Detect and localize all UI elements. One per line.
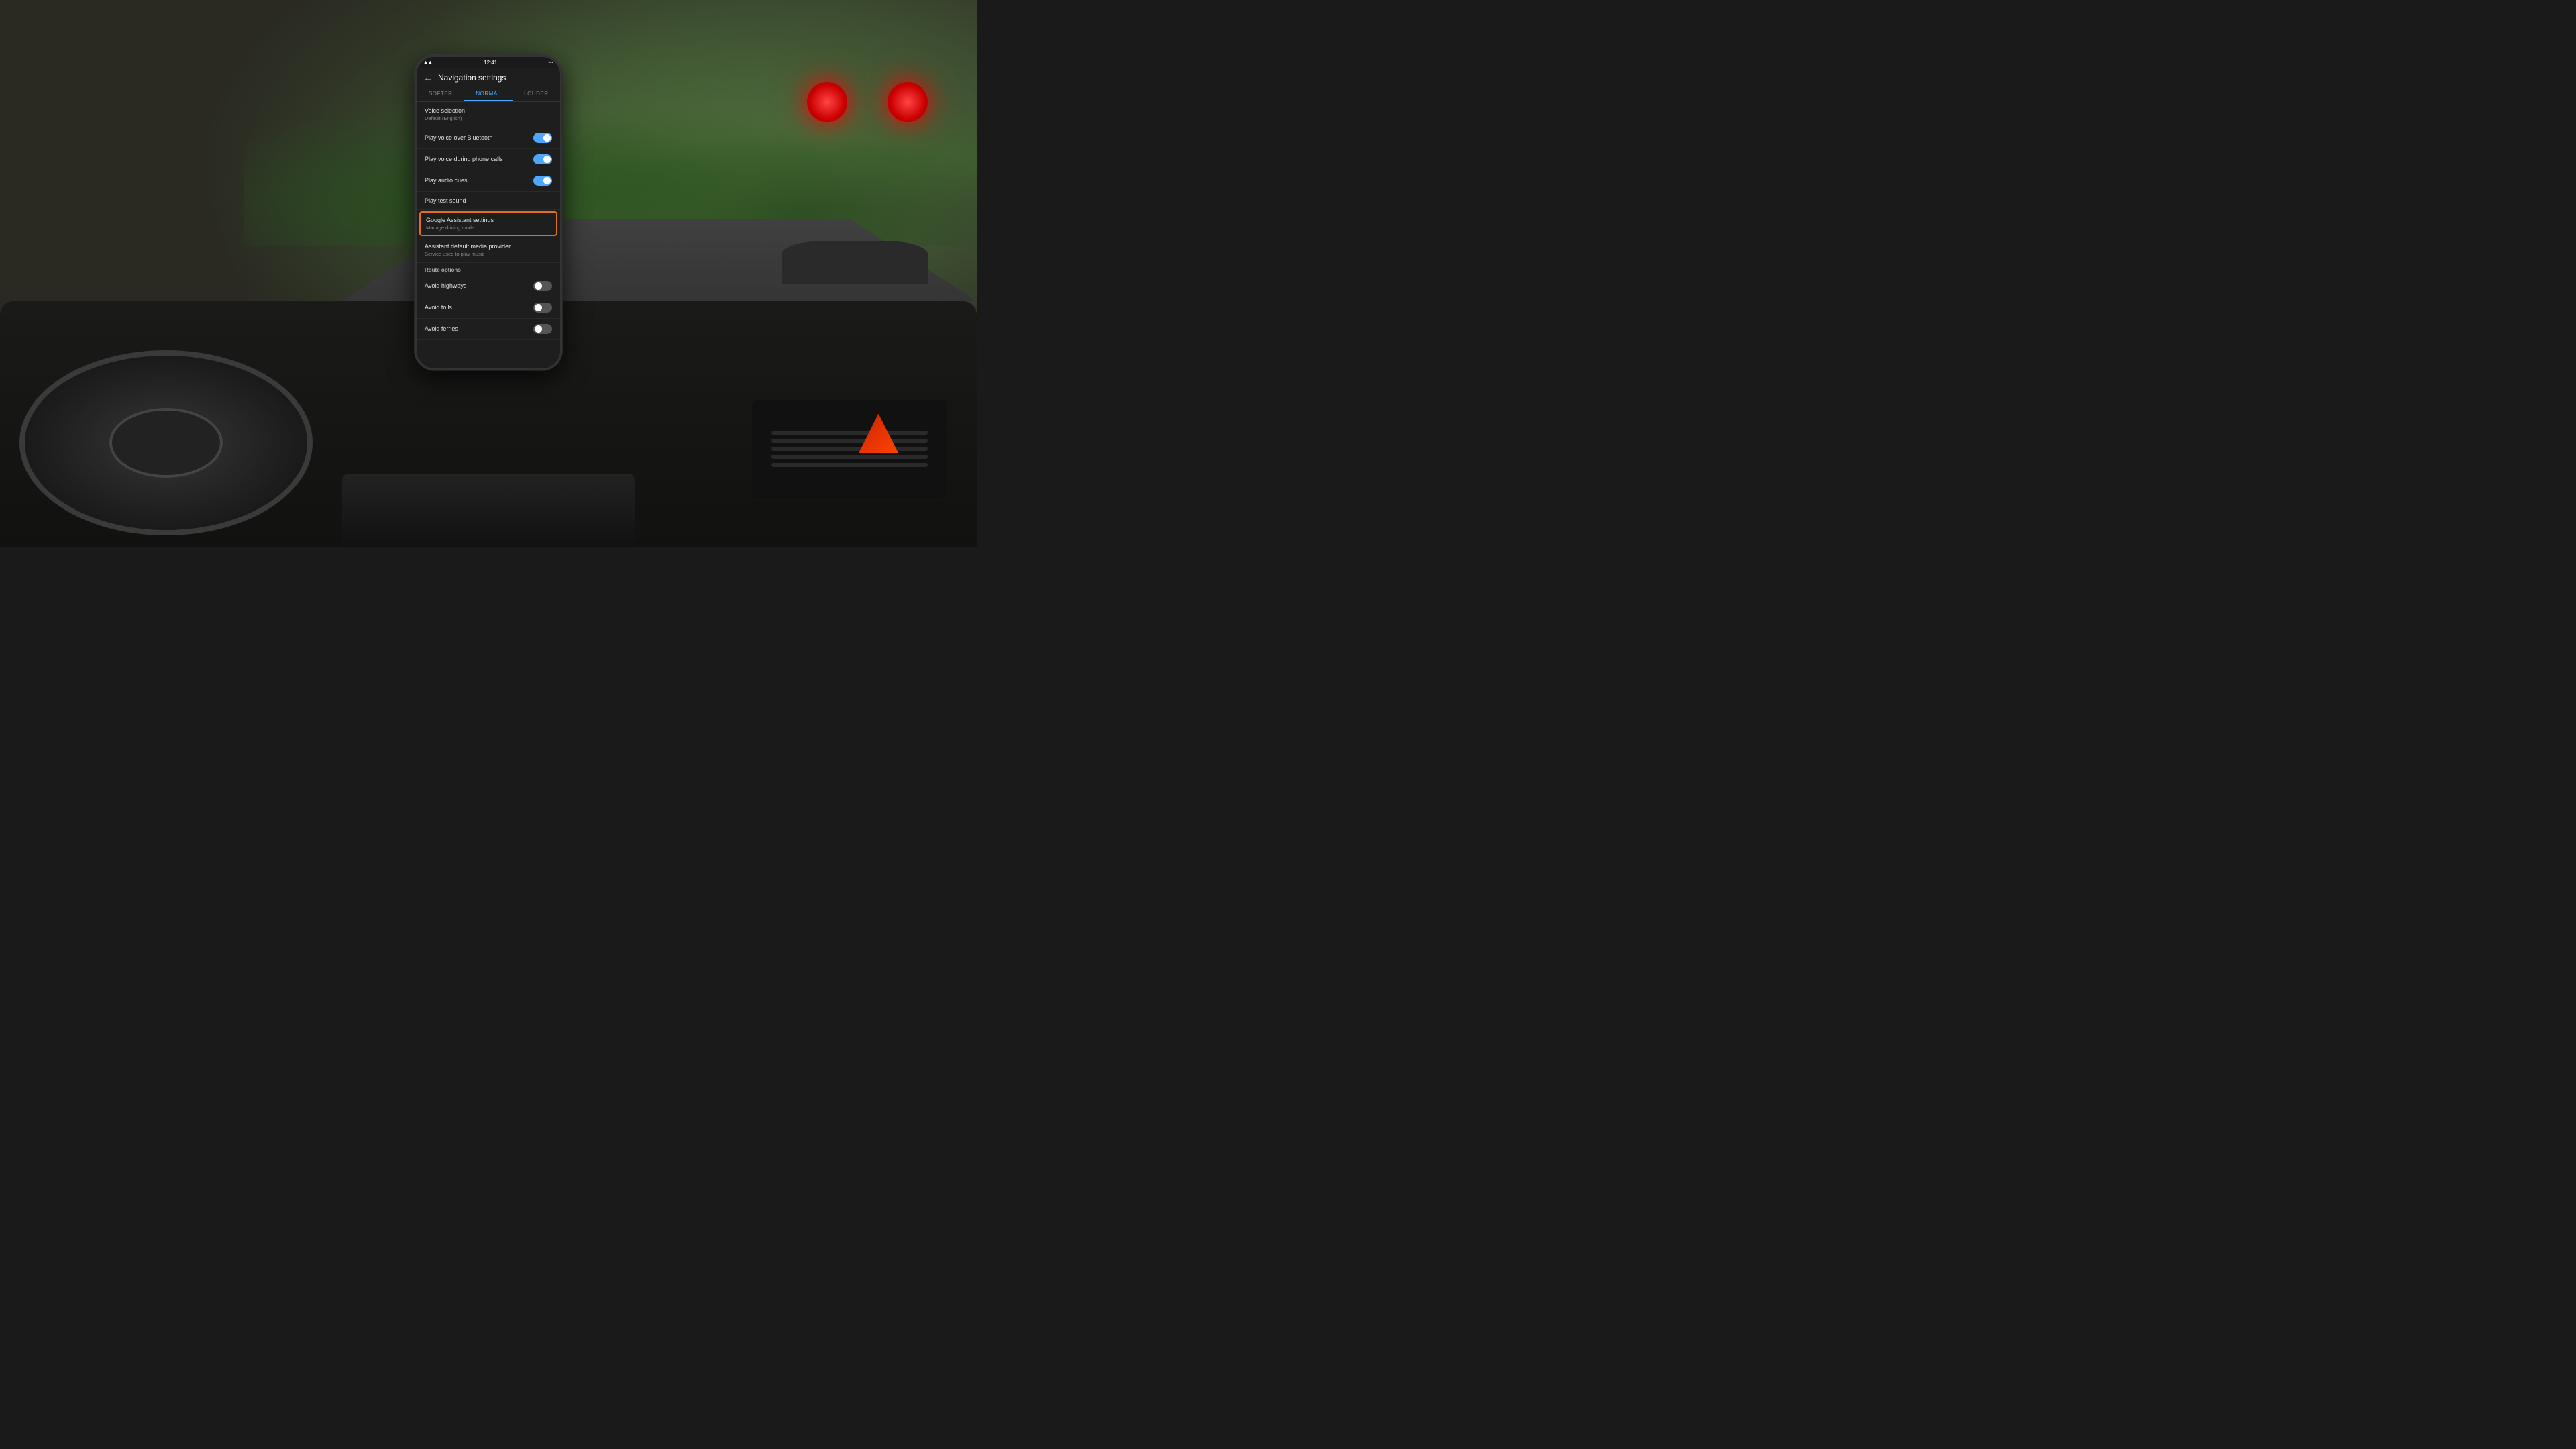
setting-subtitle: Manage driving mode <box>426 225 551 231</box>
setting-title: Avoid highways <box>425 282 533 289</box>
tab-louder[interactable]: LOUDER <box>513 87 560 101</box>
setting-text: Avoid tolls <box>425 304 533 311</box>
app-header: ← Navigation settings <box>417 68 560 87</box>
red-light-1 <box>807 82 847 122</box>
setting-play-test-sound[interactable]: Play test sound <box>417 192 560 210</box>
vent-slat <box>771 431 928 435</box>
red-light-2 <box>888 82 928 122</box>
setting-title: Avoid tolls <box>425 304 533 311</box>
toggle-avoid-highways[interactable] <box>533 281 552 291</box>
tab-normal[interactable]: NORMAL <box>464 87 512 101</box>
setting-avoid-ferries[interactable]: Avoid ferries <box>417 319 560 340</box>
volume-tabs: SOFTER NORMAL LOUDER <box>417 87 560 102</box>
navigation-settings-screen: ← Navigation settings SOFTER NORMAL LOUD… <box>417 68 560 368</box>
settings-list: Voice selection Default (English) Play v… <box>417 102 560 368</box>
setting-play-voice-bluetooth[interactable]: Play voice over Bluetooth <box>417 127 560 149</box>
vent-slat <box>771 455 928 459</box>
voice-selection-item[interactable]: Voice selection Default (English) <box>417 102 560 127</box>
setting-text: Google Assistant settings Manage driving… <box>426 217 551 231</box>
battery-indicator: ▪▪▪ <box>549 60 553 65</box>
setting-title: Play test sound <box>425 197 552 204</box>
setting-avoid-highways[interactable]: Avoid highways <box>417 276 560 297</box>
signal-icons: ▲▲ <box>423 60 433 65</box>
setting-subtitle: Service used to play music <box>425 251 552 257</box>
phone-device: ▲▲ 12:41 ▪▪▪ ← Navigation settings SOFTE… <box>415 55 562 370</box>
steering-wheel-center <box>109 408 222 478</box>
toggle-avoid-ferries[interactable] <box>533 324 552 334</box>
setting-title: Play audio cues <box>425 177 533 184</box>
center-console <box>342 474 635 547</box>
setting-text: Play voice during phone calls <box>425 156 533 162</box>
setting-play-audio-cues[interactable]: Play audio cues <box>417 170 560 192</box>
battery-icons: ▪▪▪ <box>549 60 553 65</box>
back-button[interactable]: ← <box>423 72 433 83</box>
toggle-play-voice-calls[interactable] <box>533 154 552 164</box>
setting-title: Google Assistant settings <box>426 217 551 223</box>
setting-text: Play voice over Bluetooth <box>425 134 533 141</box>
route-options-header: Route options <box>417 263 560 276</box>
screen-title: Navigation settings <box>438 73 506 83</box>
setting-google-assistant[interactable]: Google Assistant settings Manage driving… <box>419 211 557 236</box>
signal-bars: ▲▲ <box>423 60 433 65</box>
voice-selection-title: Voice selection <box>425 107 552 114</box>
steering-wheel <box>19 350 313 535</box>
tab-softer[interactable]: SOFTER <box>417 87 464 101</box>
toggle-audio-cues[interactable] <box>533 176 552 186</box>
setting-text: Play test sound <box>425 197 552 204</box>
setting-title: Play voice over Bluetooth <box>425 134 533 141</box>
air-vent <box>752 400 947 498</box>
trees-scene <box>244 28 977 246</box>
setting-text: Avoid ferries <box>425 325 533 332</box>
vent-slat <box>771 447 928 451</box>
setting-text: Assistant default media provider Service… <box>425 243 552 257</box>
setting-title: Assistant default media provider <box>425 243 552 250</box>
setting-assistant-media[interactable]: Assistant default media provider Service… <box>417 237 560 263</box>
toggle-play-voice-bluetooth[interactable] <box>533 133 552 143</box>
vent-slat <box>771 463 928 467</box>
setting-text: Play audio cues <box>425 177 533 184</box>
toggle-avoid-tolls[interactable] <box>533 303 552 313</box>
setting-play-voice-calls[interactable]: Play voice during phone calls <box>417 149 560 170</box>
voice-selection-value: Default (English) <box>425 115 552 121</box>
setting-avoid-tolls[interactable]: Avoid tolls <box>417 297 560 319</box>
traffic-lights <box>807 82 928 122</box>
setting-title: Play voice during phone calls <box>425 156 533 162</box>
setting-text: Avoid highways <box>425 282 533 289</box>
car-silhouette <box>782 241 928 284</box>
vent-slat <box>771 439 928 443</box>
time-display: 12:41 <box>484 60 497 66</box>
setting-title: Avoid ferries <box>425 325 533 332</box>
status-bar: ▲▲ 12:41 ▪▪▪ <box>417 57 560 68</box>
